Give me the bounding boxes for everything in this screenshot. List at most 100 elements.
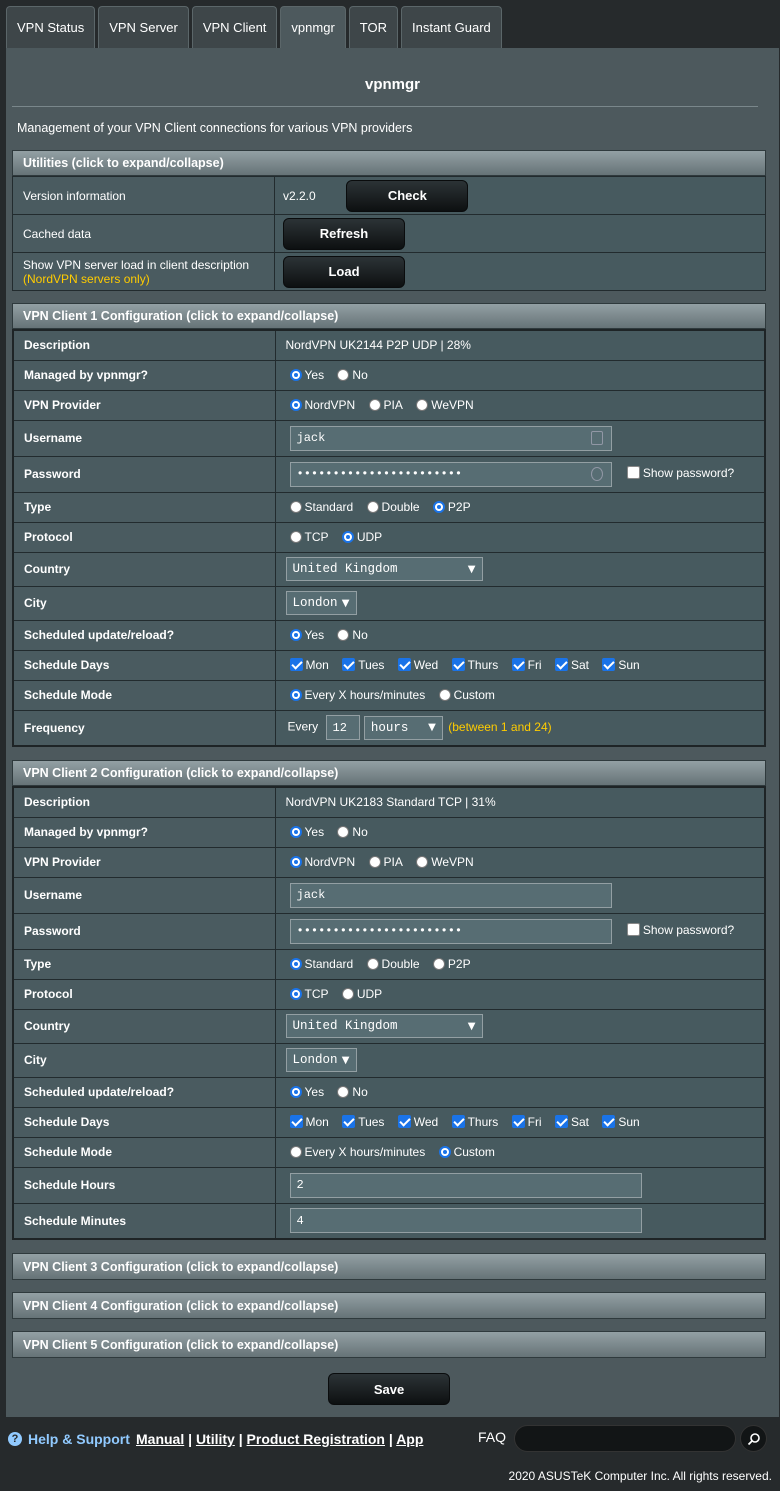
check-button[interactable]: Check xyxy=(346,179,469,212)
client2-sched-no[interactable]: No xyxy=(337,1085,368,1099)
client1-frequency-unit-select[interactable]: hours ▼ xyxy=(363,715,443,740)
client1-show-password[interactable]: Show password? xyxy=(626,466,734,480)
client1-password-input[interactable]: ••••••••••••••••••••••• xyxy=(289,461,612,487)
client1-sched-no[interactable]: No xyxy=(337,628,368,642)
client2-show-password[interactable]: Show password? xyxy=(626,923,734,937)
client1-header[interactable]: VPN Client 1 Configuration (click to exp… xyxy=(12,303,766,329)
client1-managed-yes[interactable]: Yes xyxy=(289,368,324,382)
radio-icon xyxy=(337,826,350,838)
faq-search-input[interactable] xyxy=(514,1425,736,1452)
chevron-down-icon: ▼ xyxy=(428,722,436,734)
client1-type-standard[interactable]: Standard xyxy=(289,500,353,514)
tab-vpn-status[interactable]: VPN Status xyxy=(6,6,96,48)
client1-frequency-input[interactable]: 12 xyxy=(325,715,360,741)
radio-icon xyxy=(416,856,429,868)
client2-hours-input[interactable]: 2 xyxy=(289,1172,642,1198)
sched-update-label: Scheduled update/reload? xyxy=(12,619,276,651)
password-label: Password xyxy=(12,912,276,950)
tab-vpn-server[interactable]: VPN Server xyxy=(98,6,189,48)
client1-protocol-udp[interactable]: UDP xyxy=(341,530,382,544)
tab-vpnmgr[interactable]: vpnmgr xyxy=(280,6,346,48)
client2-country-select[interactable]: United Kingdom ▼ xyxy=(285,1014,483,1038)
client1-provider-wevpn[interactable]: WeVPN xyxy=(416,398,474,412)
radio-selected-icon xyxy=(289,1086,302,1098)
client1-provider-pia[interactable]: PIA xyxy=(368,398,403,412)
client1-day-thurs[interactable]: Thurs xyxy=(451,658,498,672)
client2-password-input[interactable]: ••••••••••••••••••••••• xyxy=(289,918,612,944)
checkbox-icon xyxy=(626,923,640,936)
client2-minutes-input[interactable]: 4 xyxy=(289,1208,642,1234)
client1-day-tues[interactable]: Tues xyxy=(342,658,384,672)
cached-data-label: Cached data xyxy=(12,214,275,253)
search-icon[interactable] xyxy=(740,1425,767,1452)
refresh-button[interactable]: Refresh xyxy=(283,217,405,250)
client1-day-wed[interactable]: Wed xyxy=(397,658,438,672)
checkbox-icon xyxy=(626,466,640,479)
load-label: Show VPN server load in client descripti… xyxy=(12,252,275,291)
tab-tor[interactable]: TOR xyxy=(348,6,398,48)
client1-day-fri[interactable]: Fri xyxy=(511,658,542,672)
client2-protocol-tcp[interactable]: TCP xyxy=(289,987,329,1001)
client1-type-double[interactable]: Double xyxy=(366,500,420,514)
client2-type-standard[interactable]: Standard xyxy=(289,957,353,971)
client2-day-sat[interactable]: Sat xyxy=(554,1115,589,1129)
client2-type-p2p[interactable]: P2P xyxy=(432,957,471,971)
client2-username-input[interactable]: jack xyxy=(289,882,612,908)
client1-sched-yes[interactable]: Yes xyxy=(289,628,324,642)
utility-link[interactable]: Utility xyxy=(196,1431,235,1447)
radio-icon xyxy=(366,501,379,513)
client1-type-p2p[interactable]: P2P xyxy=(432,500,471,514)
client2-sched-yes[interactable]: Yes xyxy=(289,1085,324,1099)
radio-selected-icon xyxy=(289,629,302,641)
client2-day-fri[interactable]: Fri xyxy=(511,1115,542,1129)
client2-city-select[interactable]: London ▼ xyxy=(285,1048,357,1072)
client2-protocol-udp[interactable]: UDP xyxy=(341,987,382,1001)
checkbox-checked-icon xyxy=(554,1115,568,1128)
client1-day-mon[interactable]: Mon xyxy=(289,658,329,672)
client1-provider-nordvpn[interactable]: NordVPN xyxy=(289,398,355,412)
app-link[interactable]: App xyxy=(396,1431,423,1447)
tab-vpn-client[interactable]: VPN Client xyxy=(191,6,278,48)
client1-username-input[interactable]: jack xyxy=(289,425,612,451)
client2-day-sun[interactable]: Sun xyxy=(602,1115,640,1129)
client1-mode-every[interactable]: Every X hours/minutes xyxy=(289,688,425,702)
client1-country-select[interactable]: United Kingdom ▼ xyxy=(285,557,483,581)
client1-table: Description NordVPN UK2144 P2P UDP | 28%… xyxy=(12,329,766,747)
client2-day-mon[interactable]: Mon xyxy=(289,1115,329,1129)
client2-header[interactable]: VPN Client 2 Configuration (click to exp… xyxy=(12,760,766,786)
client4-header[interactable]: VPN Client 4 Configuration (click to exp… xyxy=(12,1292,766,1319)
load-button[interactable]: Load xyxy=(283,255,405,288)
client2-provider-pia[interactable]: PIA xyxy=(368,855,403,869)
client2-day-tues[interactable]: Tues xyxy=(342,1115,384,1129)
client1-protocol-tcp[interactable]: TCP xyxy=(289,530,329,544)
client3-header[interactable]: VPN Client 3 Configuration (click to exp… xyxy=(12,1253,766,1280)
chevron-down-icon: ▼ xyxy=(467,563,476,575)
client2-managed-no[interactable]: No xyxy=(337,825,368,839)
help-support-link[interactable]: ? Help & Support xyxy=(8,1431,130,1447)
client1-day-sat[interactable]: Sat xyxy=(554,658,589,672)
client2-provider-nordvpn[interactable]: NordVPN xyxy=(289,855,355,869)
client2-provider-wevpn[interactable]: WeVPN xyxy=(416,855,474,869)
client2-day-thurs[interactable]: Thurs xyxy=(451,1115,498,1129)
client5-header[interactable]: VPN Client 5 Configuration (click to exp… xyxy=(12,1331,766,1358)
checkbox-checked-icon xyxy=(289,658,303,671)
save-button[interactable]: Save xyxy=(328,1373,450,1405)
checkbox-checked-icon xyxy=(451,1115,465,1128)
utilities-section: Utilities (click to expand/collapse) Ver… xyxy=(12,150,766,291)
tab-instant-guard[interactable]: Instant Guard xyxy=(401,6,502,48)
client2-type-double[interactable]: Double xyxy=(366,957,420,971)
product-registration-link[interactable]: Product Registration xyxy=(247,1431,385,1447)
client4-section: VPN Client 4 Configuration (click to exp… xyxy=(12,1292,766,1319)
managed-label: Managed by vpnmgr? xyxy=(12,816,276,848)
client1-city-select[interactable]: London ▼ xyxy=(285,591,357,615)
client2-mode-custom[interactable]: Custom xyxy=(438,1145,495,1159)
client2-mode-every[interactable]: Every X hours/minutes xyxy=(289,1145,425,1159)
client1-mode-custom[interactable]: Custom xyxy=(438,688,495,702)
type-label: Type xyxy=(12,491,276,523)
manual-link[interactable]: Manual xyxy=(136,1431,184,1447)
utilities-header[interactable]: Utilities (click to expand/collapse) xyxy=(12,150,766,176)
client2-day-wed[interactable]: Wed xyxy=(397,1115,438,1129)
client2-managed-yes[interactable]: Yes xyxy=(289,825,324,839)
client1-day-sun[interactable]: Sun xyxy=(602,658,640,672)
client1-managed-no[interactable]: No xyxy=(337,368,368,382)
